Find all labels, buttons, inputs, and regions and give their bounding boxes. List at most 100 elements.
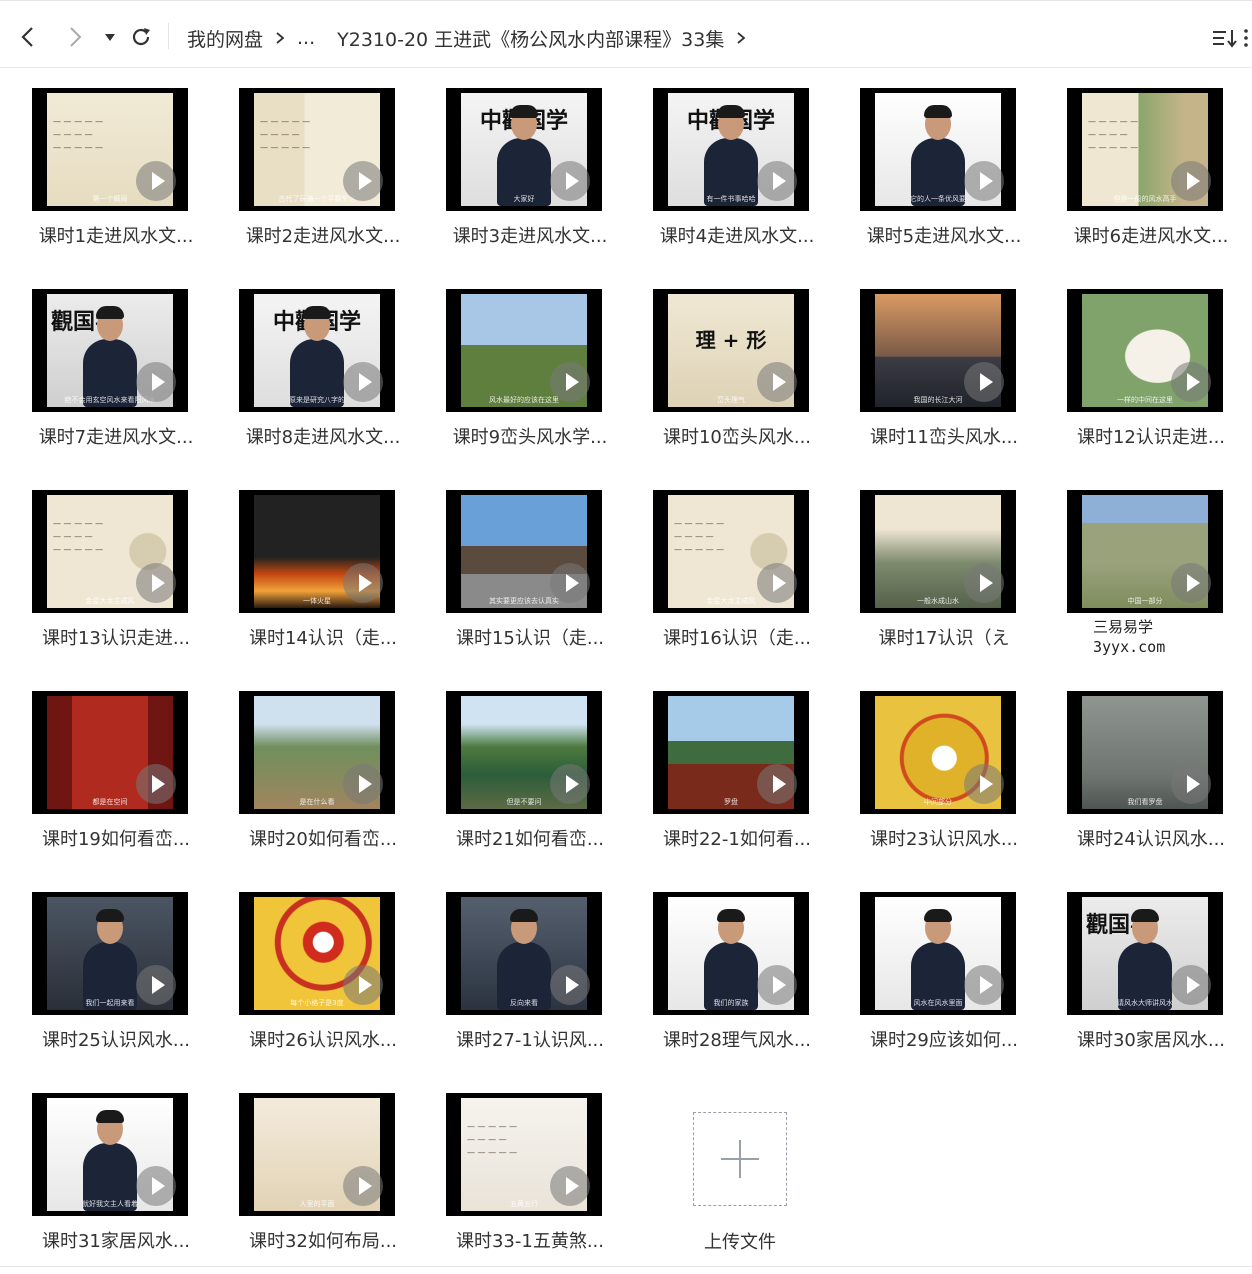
play-icon[interactable] [964, 563, 1004, 603]
file-name[interactable]: 课时9峦头风水学... [430, 423, 630, 449]
file-item[interactable]: — — — — — — — — — — — — — — 第一个概局 课时1走进风水文..… [16, 88, 193, 268]
file-name[interactable]: 课时21如何看峦... [430, 825, 630, 851]
file-name[interactable]: 课时26认识风水... [223, 1026, 423, 1052]
file-name[interactable]: 课时3走进风水文... [430, 222, 630, 248]
upload-file-button[interactable] [693, 1112, 787, 1206]
video-thumbnail[interactable]: 是在什么看 [239, 691, 395, 814]
play-icon[interactable] [757, 965, 797, 1005]
file-item[interactable]: 其实要更应该去认真实 课时15认识（走... [430, 490, 606, 670]
video-thumbnail[interactable]: 风水最好的应该在这里 [446, 289, 602, 412]
play-icon[interactable] [550, 563, 590, 603]
file-name[interactable]: 课时2走进风水文... [223, 222, 423, 248]
play-icon[interactable] [343, 965, 383, 1005]
file-item[interactable]: 风水在风水里面 课时29应该如何... [844, 892, 1020, 1072]
file-item[interactable]: — — — — — — — — — — — — — — 金星大龙主成风 课时13认识走进… [16, 490, 192, 670]
video-thumbnail[interactable]: 中觀国学大家好 [446, 88, 602, 211]
play-icon[interactable] [757, 362, 797, 402]
file-name[interactable]: 课时27-1认识风... [430, 1026, 630, 1052]
file-item[interactable]: 是在什么看 课时20如何看峦... [223, 691, 399, 871]
play-icon[interactable] [757, 563, 797, 603]
file-name[interactable]: 课时32如何布局... [223, 1227, 423, 1253]
video-thumbnail[interactable]: 但是不要问 [446, 691, 602, 814]
video-thumbnail[interactable]: 一样的中间在这里 [1067, 289, 1223, 412]
play-icon[interactable] [343, 161, 383, 201]
file-item[interactable]: 中觀国学有一件书事哈哈课时4走进风水文... [637, 88, 814, 268]
sort-button[interactable] [1210, 25, 1240, 51]
file-item[interactable]: 但是不要问 课时21如何看峦... [430, 691, 606, 871]
video-thumbnail[interactable]: 中间部分 [860, 691, 1016, 814]
file-item[interactable]: 觀国学 请风水大师讲风水 课时30家居风水... [1051, 892, 1227, 1072]
file-name[interactable]: 课时5走进风水文... [844, 222, 1044, 248]
file-item[interactable]: 罗盘 课时22-1如何看... [637, 691, 813, 871]
file-item[interactable]: 一样的中间在这里 课时12认识走进... [1051, 289, 1227, 469]
file-item[interactable]: 就好我文主人看着 课时31家居风水... [16, 1093, 192, 1273]
video-thumbnail[interactable]: 一般水成山水 [860, 490, 1016, 613]
more-button[interactable] [1240, 25, 1252, 51]
file-item[interactable]: 中觀国学大家好课时3走进风水文... [430, 88, 607, 268]
play-icon[interactable] [1171, 362, 1211, 402]
video-thumbnail[interactable]: 都是在空间 [32, 691, 188, 814]
file-item[interactable]: — — — — — — — — — — — — — — 金星大龙主成风 课时16认识（走… [637, 490, 813, 670]
file-name[interactable]: 课时30家居风水... [1051, 1026, 1251, 1052]
play-icon[interactable] [550, 161, 590, 201]
video-thumbnail[interactable]: 理 + 形峦头理气 [653, 289, 809, 412]
file-item[interactable]: 反向来看 课时27-1认识风... [430, 892, 606, 1072]
video-thumbnail[interactable]: 我们看罗盘 [1067, 691, 1223, 814]
play-icon[interactable] [1171, 563, 1211, 603]
file-name[interactable]: 课时10峦头风水... [637, 423, 837, 449]
play-icon[interactable] [136, 965, 176, 1005]
play-icon[interactable] [343, 563, 383, 603]
play-icon[interactable] [343, 764, 383, 804]
file-item[interactable]: 中间部分 课时23认识风水... [844, 691, 1020, 871]
play-icon[interactable] [964, 362, 1004, 402]
file-item[interactable]: 每个小格子是3度 课时26认识风水... [223, 892, 399, 1072]
video-thumbnail[interactable]: 我国的长江大河 [860, 289, 1016, 412]
video-thumbnail[interactable]: — — — — — — — — — — — — — — 第一个概局 [32, 88, 188, 211]
video-thumbnail[interactable]: — — — — — — — — — — — — — — 古代了玩通一个平稳生活 [239, 88, 395, 211]
breadcrumb-root[interactable]: 我的网盘 [187, 25, 263, 52]
file-name[interactable]: 课时16认识（走... [637, 624, 837, 650]
video-thumbnail[interactable]: 中国一部分 [1067, 490, 1223, 613]
file-item[interactable]: 一般水成山水 课时17认识（え [844, 490, 1020, 670]
breadcrumb-ellipsis[interactable]: ... [297, 27, 315, 49]
video-thumbnail[interactable]: 风水在风水里面 [860, 892, 1016, 1015]
history-dropdown-button[interactable] [96, 23, 124, 51]
play-icon[interactable] [1171, 965, 1211, 1005]
play-icon[interactable] [343, 362, 383, 402]
video-thumbnail[interactable]: 反向来看 [446, 892, 602, 1015]
file-name[interactable]: 课时24认识风水... [1051, 825, 1251, 851]
play-icon[interactable] [136, 362, 176, 402]
file-item[interactable]: 我们的家族 课时28理气风水... [637, 892, 813, 1072]
play-icon[interactable] [964, 965, 1004, 1005]
file-name[interactable]: 课时29应该如何... [844, 1026, 1044, 1052]
file-item[interactable]: 人里的平面 课时32如何布局... [223, 1093, 399, 1273]
file-item[interactable]: 都是在空间 课时19如何看峦... [16, 691, 192, 871]
video-thumbnail[interactable]: 人里的平面 [239, 1093, 395, 1216]
video-thumbnail[interactable]: 每个小格子是3度 [239, 892, 395, 1015]
file-name[interactable]: 课时20如何看峦... [223, 825, 423, 851]
file-name[interactable]: 课时28理气风水... [637, 1026, 837, 1052]
video-thumbnail[interactable]: — — — — — — — — — — — — — — 金星大龙主成风 [653, 490, 809, 613]
file-name[interactable]: 课时14认识（走... [223, 624, 423, 650]
video-thumbnail[interactable]: 中觀国学原来是研究八字的 [239, 289, 395, 412]
file-item[interactable]: 它的人一条优风要 课时5走进风水文... [844, 88, 1021, 268]
play-icon[interactable] [964, 764, 1004, 804]
file-name[interactable]: 课时6走进风水文... [1051, 222, 1251, 248]
file-name[interactable]: 课时15认识（走... [430, 624, 630, 650]
file-name[interactable]: 课时33-1五黄煞... [430, 1227, 630, 1253]
video-thumbnail[interactable]: 就好我文主人看着 [32, 1093, 188, 1216]
refresh-button[interactable] [127, 23, 155, 51]
video-thumbnail[interactable]: — — — — — — — — — — — — — — 金星大龙主成风 [32, 490, 188, 613]
file-item[interactable]: — — — — — — — — — — — — — — 但是一般的风水高手 课时6走进风… [1051, 88, 1228, 268]
play-icon[interactable] [964, 161, 1004, 201]
file-name[interactable]: 课时7走进风水文... [16, 423, 216, 449]
video-thumbnail[interactable]: 中觀国学有一件书事哈哈 [653, 88, 809, 211]
file-item[interactable]: — — — — — — — — — — — — — — 五黄五行 课时33-1五黄煞..… [430, 1093, 606, 1273]
breadcrumb-current[interactable]: Y2310-20 王进武《杨公风水内部课程》33集 [337, 25, 724, 52]
file-item[interactable]: 风水最好的应该在这里 课时9峦头风水学... [430, 289, 607, 469]
file-name[interactable]: 课时23认识风水... [844, 825, 1044, 851]
play-icon[interactable] [136, 764, 176, 804]
video-thumbnail[interactable]: — — — — — — — — — — — — — — 但是一般的风水高手 [1067, 88, 1223, 211]
play-icon[interactable] [136, 161, 176, 201]
video-thumbnail[interactable]: 一体火星 [239, 490, 395, 613]
